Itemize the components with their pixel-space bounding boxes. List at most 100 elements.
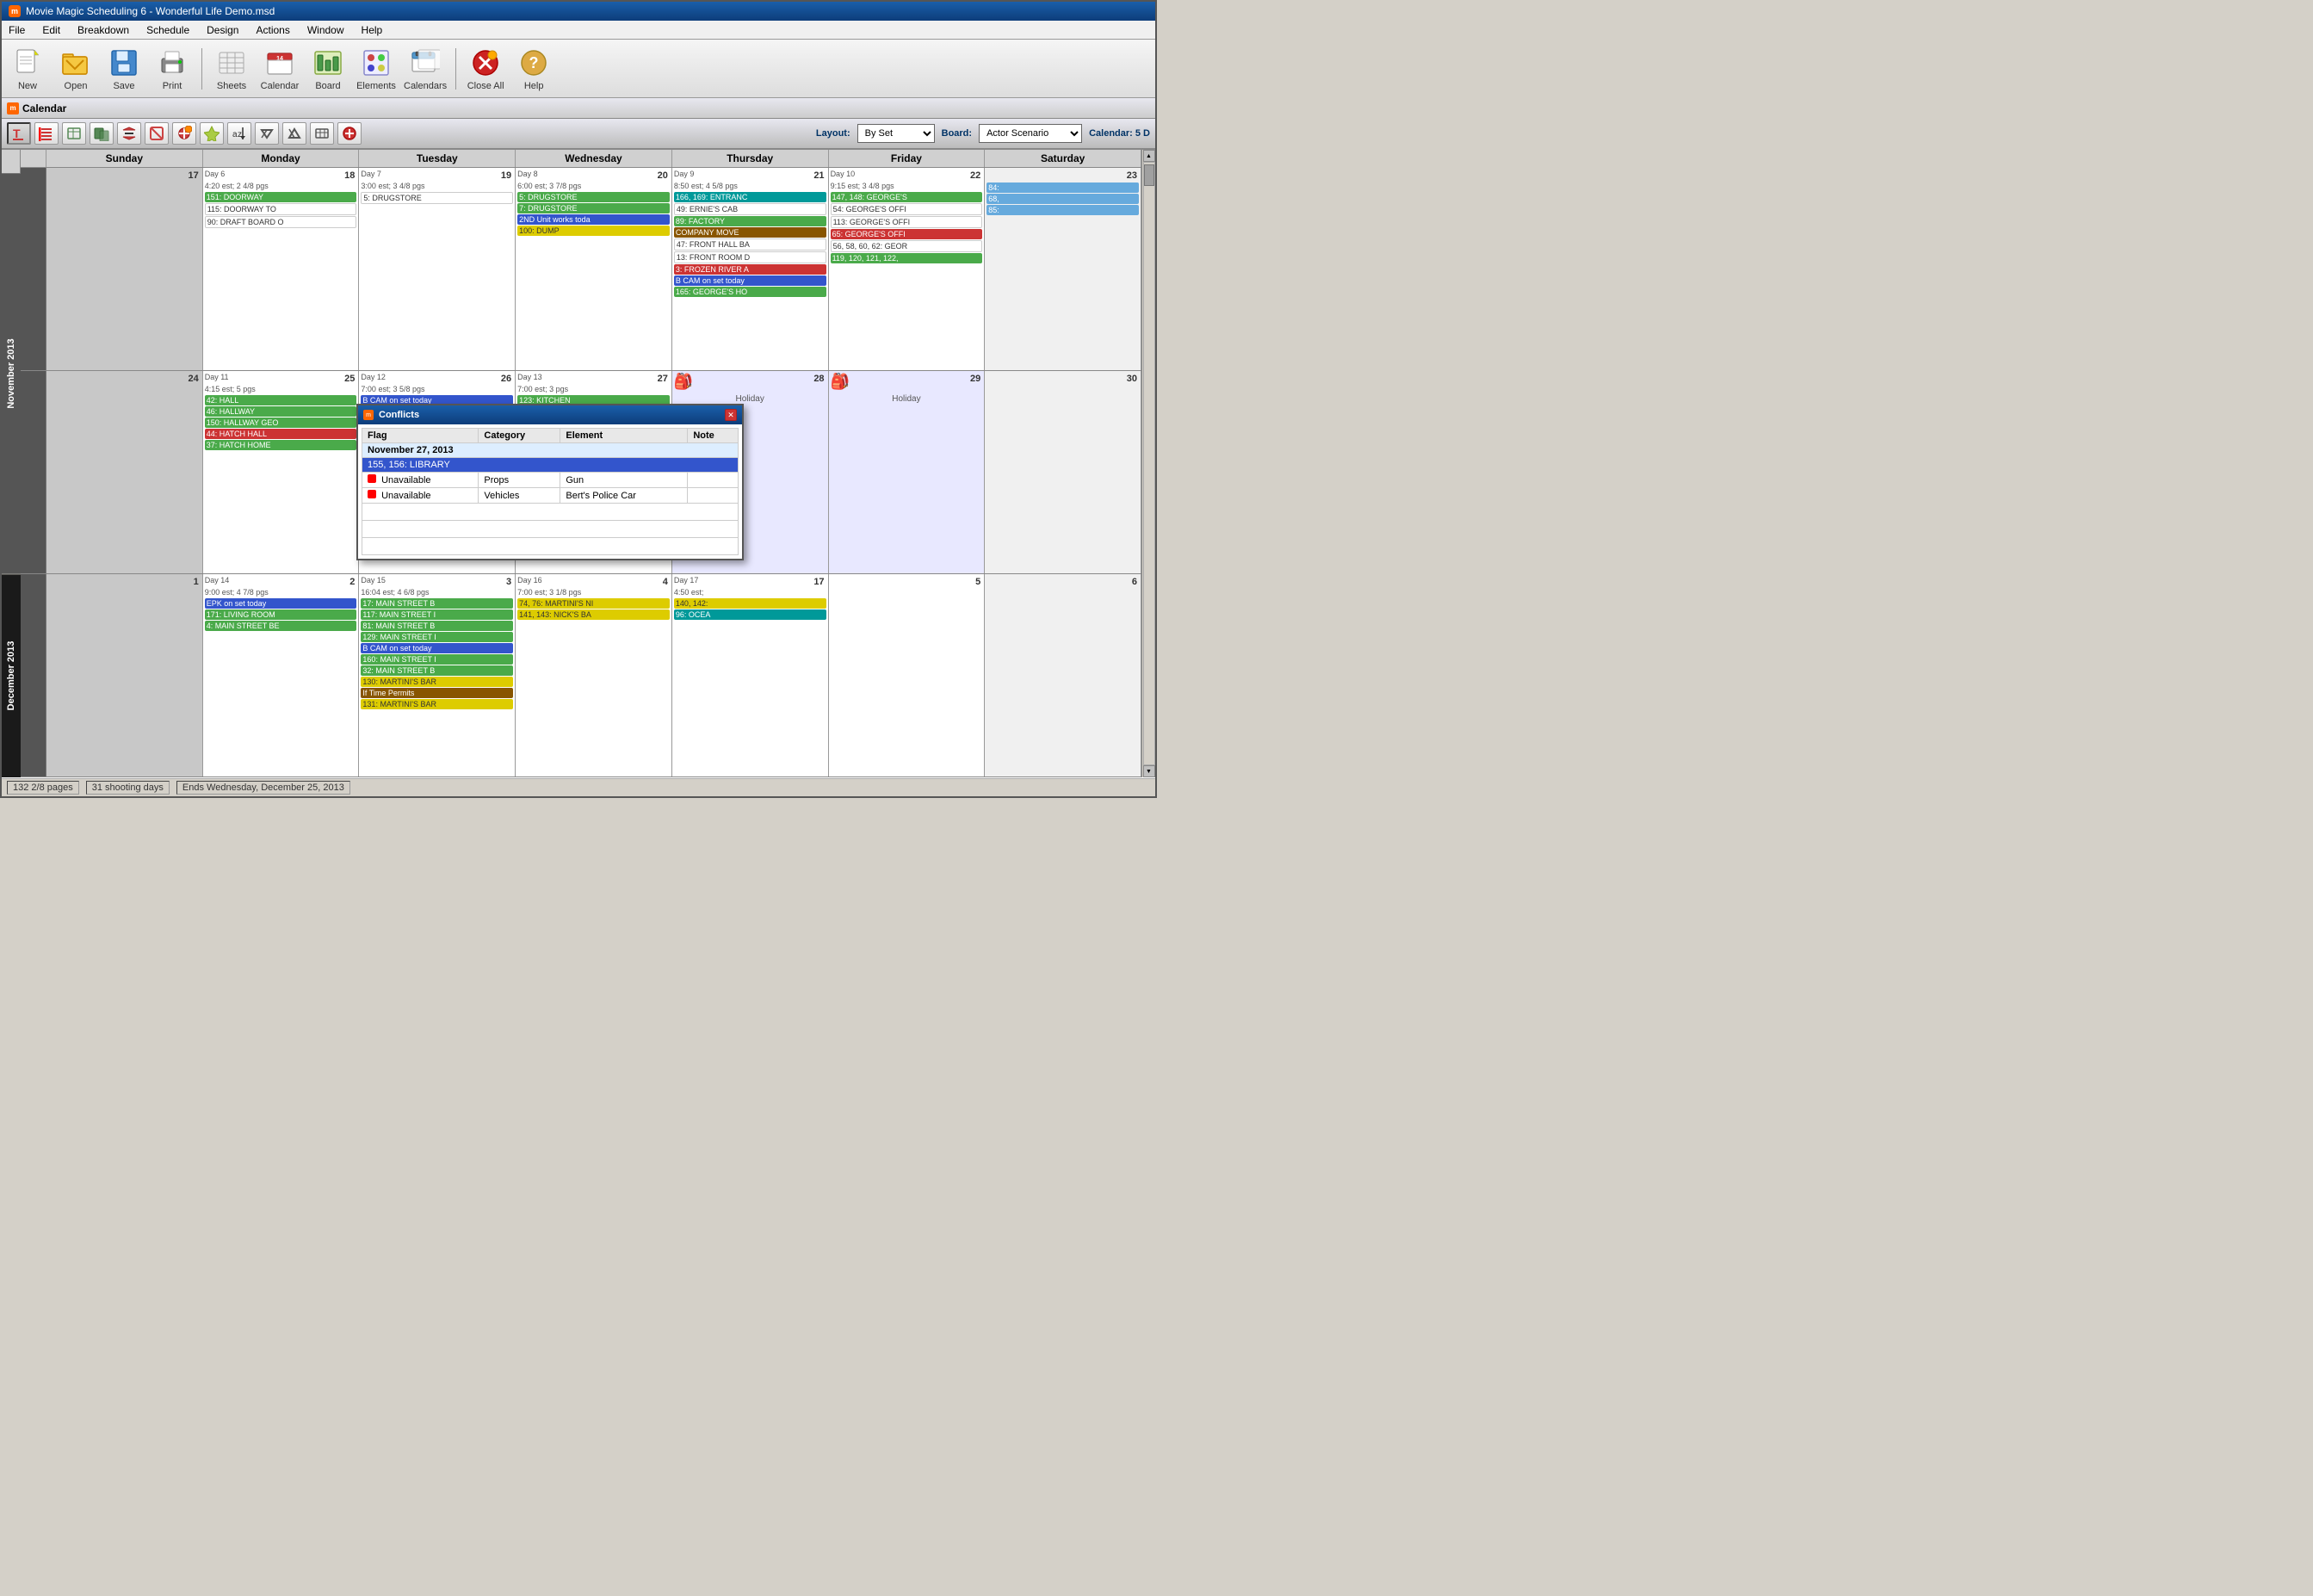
event[interactable]: 140, 142: (674, 598, 826, 609)
day-nov17[interactable]: 17 (46, 168, 203, 370)
day-nov29[interactable]: 🎒 29 Holiday (829, 371, 986, 573)
event[interactable]: 150: HALLWAY GEO (205, 418, 357, 428)
day-dec5[interactable]: 5 (829, 574, 986, 776)
day-dec4[interactable]: Day 16 4 7:00 est; 3 1/8 pgs 74, 76: MAR… (516, 574, 672, 776)
event[interactable]: 90: DRAFT BOARD O (205, 216, 357, 228)
menu-design[interactable]: Design (203, 23, 242, 37)
event[interactable]: 32: MAIN STREET B (361, 665, 513, 676)
format-btn-4[interactable] (90, 122, 114, 145)
day-nov21[interactable]: Day 9 21 8:50 est; 4 5/8 pgs 166, 169: E… (672, 168, 829, 370)
board-select[interactable]: Actor Scenario Default (979, 124, 1082, 143)
event[interactable]: 117: MAIN STREET I (361, 609, 513, 620)
day-nov20[interactable]: Day 8 20 6:00 est; 3 7/8 pgs 5: DRUGSTOR… (516, 168, 672, 370)
toolbar-calendars[interactable]: Calendars (404, 46, 447, 91)
conflicts-close-btn[interactable]: ✕ (725, 409, 737, 421)
day-nov22[interactable]: Day 10 22 9:15 est; 3 4/8 pgs 147, 148: … (829, 168, 986, 370)
event[interactable]: 115: DOORWAY TO (205, 203, 357, 215)
event[interactable]: 96: OCEA (674, 609, 826, 620)
scroll-thumb[interactable] (1144, 164, 1154, 186)
day-dec6[interactable]: 6 (985, 574, 1141, 776)
day-nov25[interactable]: Day 11 25 4:15 est; 5 pgs 42: HALL 46: H… (203, 371, 360, 573)
conflict-row-2[interactable]: Unavailable Vehicles Bert's Police Car (362, 488, 739, 504)
event[interactable]: EPK on set today (205, 598, 357, 609)
event[interactable]: 85: (986, 205, 1139, 215)
toolbar-calendar[interactable]: 14 Calendar (259, 46, 300, 91)
event[interactable]: 46: HALLWAY (205, 406, 357, 417)
event[interactable]: 42: HALL (205, 395, 357, 405)
event[interactable]: 65: GEORGE'S OFFI (831, 229, 983, 239)
event[interactable]: 81: MAIN STREET B (361, 621, 513, 631)
event[interactable]: 171: LIVING ROOM (205, 609, 357, 620)
format-btn-6[interactable] (145, 122, 169, 145)
right-scrollbar[interactable]: ▲ ▼ (1141, 150, 1155, 777)
format-btn-2[interactable] (34, 122, 59, 145)
day-nov19[interactable]: Day 7 19 3:00 est; 3 4/8 pgs 5: DRUGSTOR… (359, 168, 516, 370)
event[interactable]: 130: MARTINI'S BAR (361, 677, 513, 687)
toolbar-board[interactable]: Board (307, 46, 349, 91)
layout-select[interactable]: By Set By Scene By Actor (857, 124, 935, 143)
event[interactable]: 119, 120, 121, 122, (831, 253, 983, 263)
event[interactable]: 165: GEORGE'S HO (674, 287, 826, 297)
menu-breakdown[interactable]: Breakdown (74, 23, 133, 37)
menu-file[interactable]: File (5, 23, 28, 37)
event[interactable]: 113: GEORGE'S OFFI (831, 216, 983, 228)
day-dec-thu[interactable]: Day 17 17 4:50 est; 140, 142: 96: OCEA (672, 574, 829, 776)
day-nov18[interactable]: Day 6 18 4:20 est; 2 4/8 pgs 151: DOORWA… (203, 168, 360, 370)
format-btn-12[interactable] (310, 122, 334, 145)
toolbar-close-all[interactable]: Close All (465, 46, 506, 91)
event[interactable]: 5: DRUGSTORE (517, 192, 670, 202)
event[interactable]: 166, 169: ENTRANC (674, 192, 826, 202)
format-btn-11[interactable] (282, 122, 306, 145)
event[interactable]: COMPANY MOVE (674, 227, 826, 238)
format-btn-10[interactable] (255, 122, 279, 145)
event[interactable]: B CAM on set today (674, 275, 826, 286)
event[interactable]: 17: MAIN STREET B (361, 598, 513, 609)
event[interactable]: If Time Permits (361, 688, 513, 698)
event[interactable]: 141, 143: NICK'S BA (517, 609, 670, 620)
event[interactable]: 129: MAIN STREET I (361, 632, 513, 642)
menu-actions[interactable]: Actions (252, 23, 293, 37)
event[interactable]: 5: DRUGSTORE (361, 192, 513, 204)
event[interactable]: 37: HATCH HOME (205, 440, 357, 450)
format-btn-7[interactable] (172, 122, 196, 145)
format-btn-8[interactable] (200, 122, 224, 145)
day-nov23[interactable]: 23 84: 68, 85: (985, 168, 1141, 370)
toolbar-elements[interactable]: Elements (356, 46, 397, 91)
event[interactable]: B CAM on set today (361, 643, 513, 653)
menu-edit[interactable]: Edit (39, 23, 64, 37)
menu-window[interactable]: Window (304, 23, 348, 37)
event[interactable]: 131: MARTINI'S BAR (361, 699, 513, 709)
day-nov24[interactable]: 24 (46, 371, 203, 573)
event[interactable]: 147, 148: GEORGE'S (831, 192, 983, 202)
day-nov30[interactable]: 30 (985, 371, 1141, 573)
conflict-selected-row[interactable]: 155, 156: LIBRARY (362, 458, 739, 473)
toolbar-save[interactable]: Save (103, 46, 145, 91)
format-btn-3[interactable] (62, 122, 86, 145)
toolbar-open[interactable]: Open (55, 46, 96, 91)
toolbar-print[interactable]: Print (152, 46, 193, 91)
event[interactable]: 160: MAIN STREET I (361, 654, 513, 665)
format-btn-9[interactable]: a z (227, 122, 251, 145)
event[interactable]: 89: FACTORY (674, 216, 826, 226)
format-btn-1[interactable]: T (7, 122, 31, 145)
event[interactable]: 56, 58, 60, 62: GEOR (831, 240, 983, 252)
event[interactable]: 100: DUMP (517, 226, 670, 236)
scroll-up-btn[interactable]: ▲ (1143, 150, 1155, 162)
event[interactable]: 2ND Unit works toda (517, 214, 670, 225)
menu-help[interactable]: Help (358, 23, 387, 37)
menu-schedule[interactable]: Schedule (143, 23, 193, 37)
event[interactable]: 68, (986, 194, 1139, 204)
event[interactable]: 13: FRONT ROOM D (674, 251, 826, 263)
event[interactable]: 49: ERNIE'S CAB (674, 203, 826, 215)
event[interactable]: 3: FROZEN RIVER A (674, 264, 826, 275)
toolbar-help[interactable]: ? Help (513, 46, 554, 91)
format-btn-5[interactable] (117, 122, 141, 145)
toolbar-sheets[interactable]: Sheets (211, 46, 252, 91)
conflict-row-1[interactable]: Unavailable Props Gun (362, 473, 739, 488)
event[interactable]: 151: DOORWAY (205, 192, 357, 202)
event[interactable]: 47: FRONT HALL BA (674, 238, 826, 251)
day-dec3[interactable]: Day 15 3 16:04 est; 4 6/8 pgs 17: MAIN S… (359, 574, 516, 776)
day-dec1[interactable]: 1 (46, 574, 203, 776)
format-btn-13[interactable] (337, 122, 362, 145)
event[interactable]: 44: HATCH HALL (205, 429, 357, 439)
